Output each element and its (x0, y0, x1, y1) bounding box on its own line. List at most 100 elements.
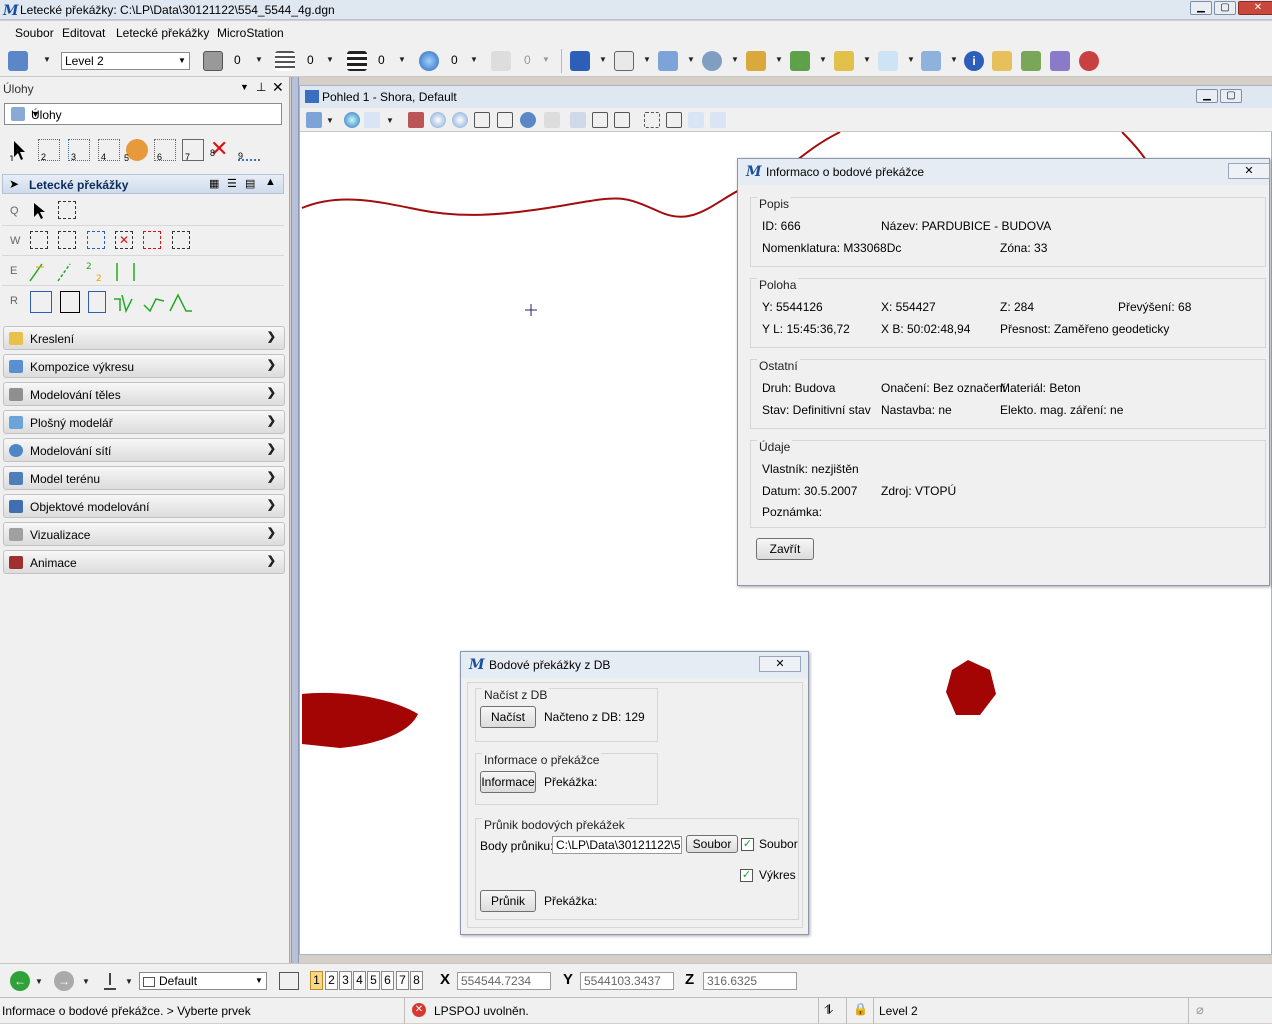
view-groups-icon[interactable] (279, 972, 299, 990)
informace-button[interactable]: Informace (480, 771, 536, 793)
dropdown-arrow-icon[interactable]: ▼ (386, 116, 394, 125)
camera-icon[interactable] (688, 112, 704, 128)
tool-6-icon[interactable]: 6 (154, 139, 176, 162)
fence-tool-icon[interactable] (58, 231, 76, 249)
fence-copy-icon[interactable] (172, 231, 190, 249)
window-area-icon[interactable] (474, 112, 490, 128)
select-star-icon[interactable] (878, 51, 898, 71)
maximize-button[interactable]: ▢ (1214, 1, 1236, 15)
terrain-tool-icon[interactable] (168, 291, 194, 315)
fence-circle-icon[interactable] (87, 231, 105, 249)
dropdown-arrow-icon[interactable]: ▼ (82, 977, 90, 986)
menu-soubor[interactable]: Soubor (15, 26, 54, 40)
clip-mask-icon[interactable] (666, 112, 682, 128)
update-view-icon[interactable] (408, 112, 424, 128)
color-icon[interactable] (203, 51, 223, 71)
letecke-prekazky-header[interactable]: ➤ Letecké překážky ▦ ☰ ▤ ▲ (2, 174, 284, 194)
close-button[interactable]: ✕ (1238, 1, 1272, 15)
transform-icon[interactable] (921, 51, 941, 71)
view-1-button[interactable]: 1 (310, 971, 323, 990)
snap-icon[interactable]: ⥮ (824, 1002, 833, 1018)
graph-tool-icon[interactable] (142, 291, 168, 315)
view-6-button[interactable]: 6 (381, 971, 394, 990)
transparency-icon[interactable] (419, 51, 439, 71)
accordion-modelovani-teles[interactable]: Modelování těles ❯ (3, 382, 285, 406)
view-2-button[interactable]: 2 (325, 971, 338, 990)
rotate-view-icon[interactable] (520, 112, 536, 128)
pan-view-icon[interactable] (544, 112, 560, 128)
dropdown-arrow-icon[interactable]: ▼ (470, 55, 478, 64)
disconnect-icon[interactable] (1079, 51, 1099, 71)
view-previous-icon[interactable] (570, 112, 586, 128)
view-8-button[interactable]: 8 (410, 971, 423, 990)
vertical-line-icon[interactable] (112, 261, 124, 283)
dropdown-arrow-icon[interactable]: ▼ (43, 55, 51, 64)
dropdown-arrow-icon[interactable]: ▼ (687, 55, 695, 64)
display-style-icon[interactable] (344, 112, 360, 128)
grid-view-icon[interactable]: ▦ (209, 177, 219, 190)
dropdown-arrow-icon[interactable]: ▼ (599, 55, 607, 64)
fit-view-icon[interactable] (497, 112, 513, 128)
view-maximize-button[interactable]: ▢ (1220, 89, 1242, 103)
lock-icon[interactable]: 🔒 (853, 1002, 868, 1016)
zavrit-button[interactable]: Zavřít (756, 538, 814, 560)
menu-editovat[interactable]: Editovat (62, 26, 105, 40)
vertical-line-2-icon[interactable] (129, 261, 141, 283)
pin-icon[interactable]: ⊥ (256, 80, 266, 94)
dropdown-arrow-icon[interactable]: ▼ (643, 55, 651, 64)
accordion-modelovani-siti[interactable]: Modelování sítí ❯ (3, 438, 285, 462)
dropdown-arrow-icon[interactable]: ▼ (863, 55, 871, 64)
lighting-icon[interactable] (364, 112, 380, 128)
table-tool-icon[interactable] (88, 291, 106, 313)
vykres-checkbox[interactable]: ✓ (740, 869, 753, 882)
forward-arrow-icon[interactable]: → (54, 971, 74, 991)
view-toggle-icon[interactable] (710, 112, 726, 128)
panel-menu-icon[interactable]: ▼ (240, 82, 249, 92)
view-4-button[interactable]: 4 (353, 971, 366, 990)
delete-tool-icon[interactable]: ✕ 8 (210, 138, 232, 161)
accordion-objektove-modelovani[interactable]: Objektové modelování ❯ (3, 494, 285, 518)
raster-icon[interactable] (746, 51, 766, 71)
nacist-button[interactable]: Načíst (480, 706, 536, 728)
prunik-button[interactable]: Průnik (480, 890, 536, 912)
folder-search-icon[interactable] (992, 51, 1012, 71)
dropdown-arrow-icon[interactable]: ▼ (35, 977, 43, 986)
tool-4-icon[interactable]: 4 (98, 139, 120, 162)
list-view-icon[interactable]: ☰ (227, 177, 237, 190)
dropdown-arrow-icon[interactable]: ▼ (398, 55, 406, 64)
line-weight-icon[interactable] (347, 51, 367, 71)
z-coordinate-input[interactable]: 316.6325 (703, 972, 797, 990)
accordion-model-terenu[interactable]: Model terénu ❯ (3, 466, 285, 490)
body-pruniku-input[interactable]: C:\LP\Data\30121122\5 (552, 836, 682, 854)
panel-splitter[interactable] (291, 77, 299, 963)
dropdown-arrow-icon[interactable]: ▼ (819, 55, 827, 64)
stack-icon[interactable] (834, 51, 854, 71)
accordion-vizualizace[interactable]: Vizualizace ❯ (3, 522, 285, 546)
view-group-combo[interactable]: Default ▼ (139, 972, 267, 990)
info-icon[interactable]: i (964, 51, 984, 71)
accordion-animace[interactable]: Animace ❯ (3, 550, 285, 574)
menu-letecke-prekazky[interactable]: Letecké překážky (116, 26, 209, 40)
tool-2-icon[interactable]: 2 (38, 139, 60, 162)
select-arrow-icon[interactable]: 1 (8, 139, 30, 161)
dropdown-arrow-icon[interactable]: ▼ (950, 55, 958, 64)
line-tool-icon[interactable] (28, 261, 48, 283)
dropdown-arrow-icon[interactable]: ▼ (731, 55, 739, 64)
cloud-icon[interactable] (702, 51, 722, 71)
refresh-file-icon[interactable] (1021, 51, 1041, 71)
rect-tool-icon[interactable] (30, 231, 48, 249)
task-selector-combo[interactable]: Úlohy ▼ (4, 103, 282, 125)
tool-7-icon[interactable]: 7 (182, 139, 204, 162)
profile-tool-icon[interactable] (112, 291, 138, 315)
level-combo[interactable]: Level 2 ▼ (61, 52, 190, 70)
fence-clip-icon[interactable] (143, 231, 161, 249)
accordion-kresleni[interactable]: Kreslení ❯ (3, 326, 285, 350)
zoom-out-icon[interactable] (452, 112, 468, 128)
select-arrow-icon[interactable] (30, 201, 48, 221)
grid-icon[interactable] (1050, 51, 1070, 71)
accordion-kompozice-vykresu[interactable]: Kompozice výkresu ❯ (3, 354, 285, 378)
priority-icon[interactable] (491, 51, 511, 71)
soubor-checkbox[interactable]: ✓ (741, 838, 754, 851)
view-7-button[interactable]: 7 (396, 971, 409, 990)
report-tool-icon[interactable] (30, 291, 52, 313)
